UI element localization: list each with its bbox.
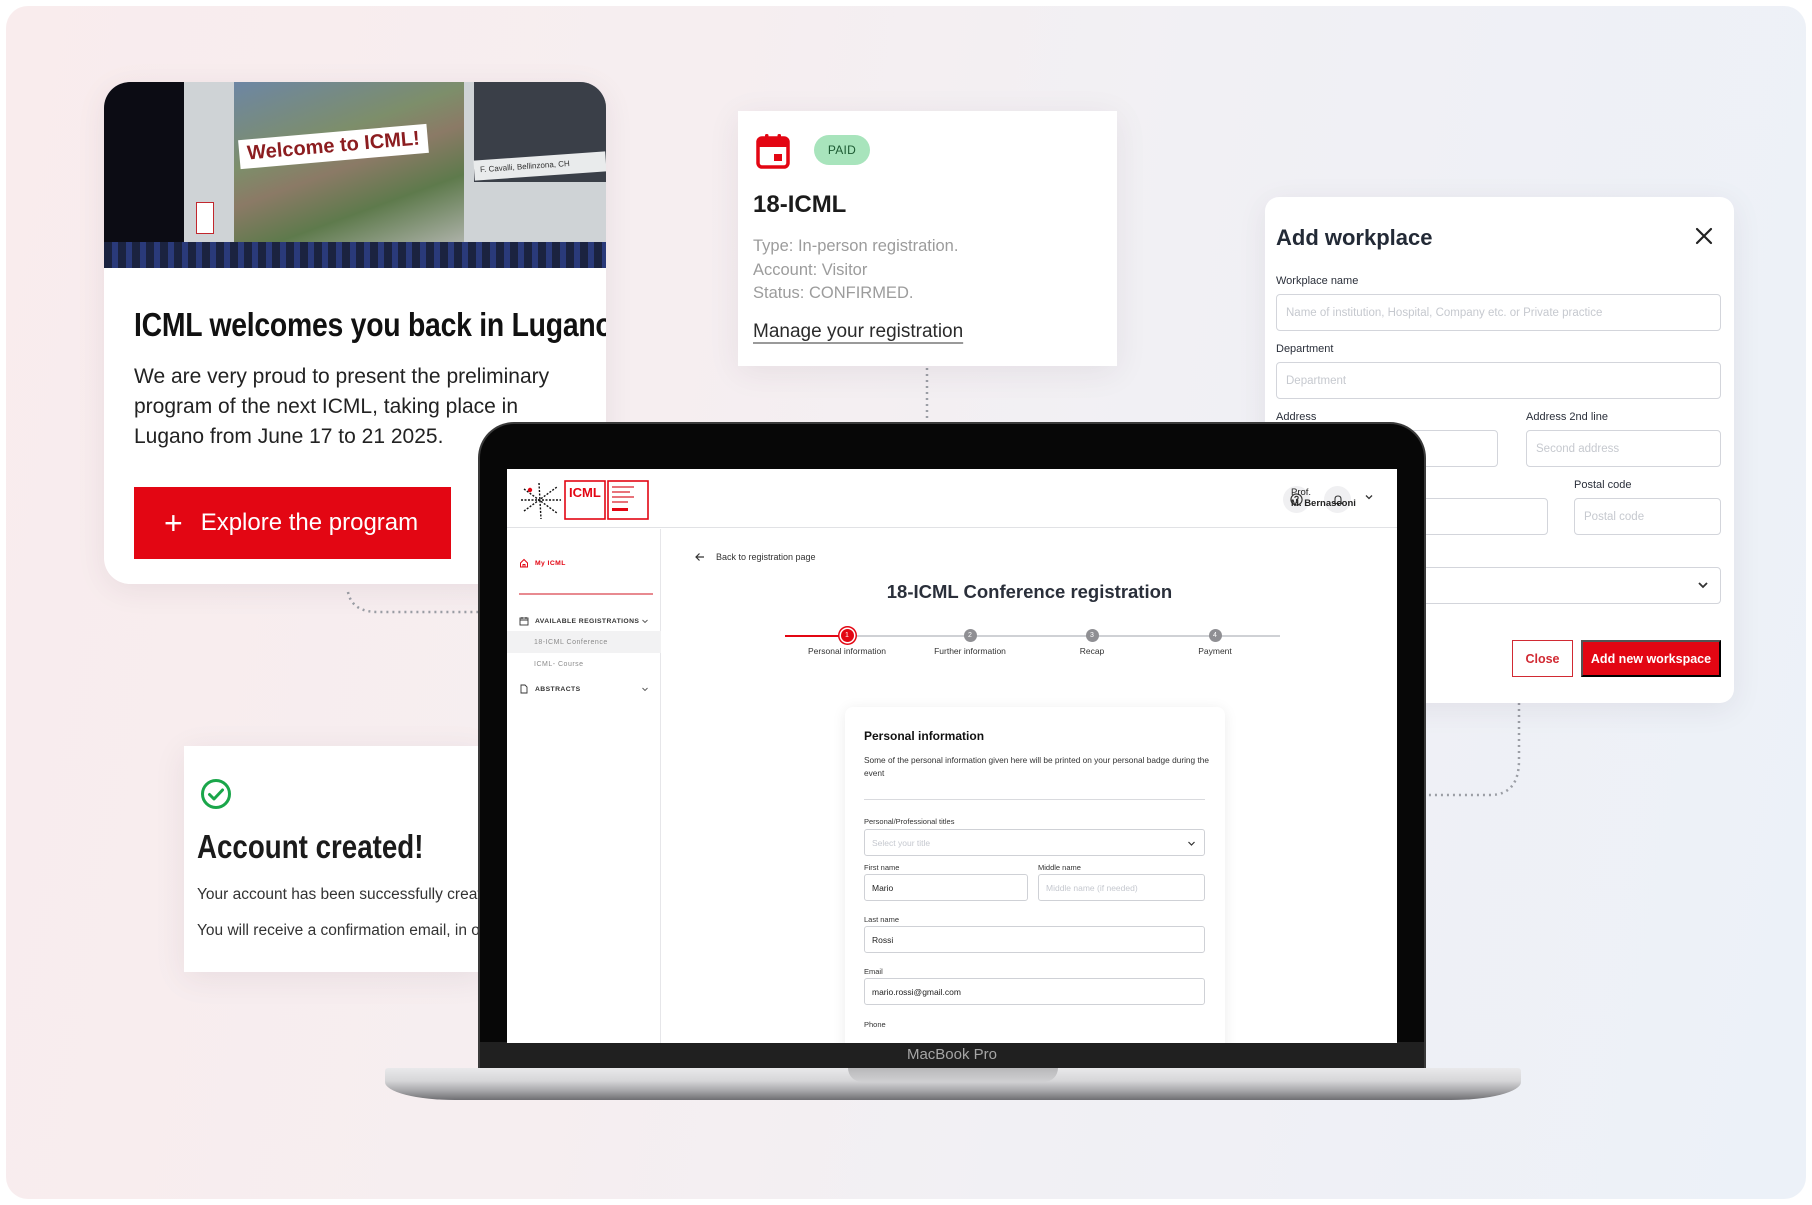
page-title: 18-ICML Conference registration [886,581,1173,602]
manage-registration-link[interactable]: Manage your registration [753,321,963,343]
form-divider [864,799,1205,800]
check-circle-icon [201,779,231,809]
laptop-bezel: MacBook Pro [480,1042,1424,1070]
form-title: Personal information [864,729,985,743]
registration-account: Account: Visitor [753,260,868,279]
personal-information-form: Personal information Some of the persona… [845,707,1225,1043]
account-created-line1: Your account has been successfully creat… [197,886,484,903]
dialog-title: Add workplace [1276,225,1433,250]
sidebar-item-abstracts[interactable]: ABSTRACTS [507,679,661,699]
plus-icon: + [164,505,183,541]
last-name-input[interactable]: Rossi [864,926,1205,953]
chevron-down-icon [642,687,648,692]
back-label: Back to registration page [716,552,816,562]
step-further-information[interactable]: 2 Further information [910,629,1030,656]
phone-label: Phone [864,1020,886,1029]
middle-name-label: Middle name [1038,863,1081,872]
chevron-down-icon [642,619,648,624]
registration-meta: Type: In-person registration. Account: V… [753,235,958,306]
sidebar-item-label: ABSTRACTS [535,685,581,693]
step-label: Personal information [808,646,886,656]
registration-type: Type: In-person registration. [753,237,959,255]
welcome-heading: ICML welcomes you back in Lugano [134,306,606,343]
postal-code-label: Postal code [1574,479,1632,491]
middle-name-input[interactable]: Middle name (if needed) [1038,874,1205,901]
first-name-input[interactable]: Mario [864,874,1028,901]
photo-stage-logo [196,202,214,234]
conference-photo: Welcome to ICML! F. Cavalli, Bellinzona,… [104,82,606,268]
titles-label: Personal/Professional titles [864,817,955,826]
close-button[interactable]: Close [1512,640,1573,677]
address2-label: Address 2nd line [1526,411,1608,423]
sidebar: My ICML AVAILABLE REGISTRATIONS 18-ICML … [507,529,661,1043]
sidebar-item-available-registrations[interactable]: AVAILABLE REGISTRATIONS [507,611,661,631]
registration-status: Status: CONFIRMED. [753,284,914,302]
step-payment[interactable]: 4 Payment [1155,629,1275,656]
department-label: Department [1276,343,1334,355]
account-created-line2: You will receive a confirmation email, i… [197,922,484,939]
document-icon [520,684,528,694]
workplace-name-input[interactable]: Name of institution, Hospital, Company e… [1276,294,1721,331]
step-number: 1 [840,629,854,642]
step-personal-information[interactable]: 1 Personal information [787,629,907,656]
address2-input[interactable]: Second address [1526,430,1721,467]
form-description: Some of the personal information given h… [864,755,1209,778]
back-to-registration-link[interactable]: Back to registration page [694,551,816,563]
sidebar-item-my-icml[interactable]: My ICML [507,553,661,573]
add-workspace-button[interactable]: Add new workspace [1581,640,1721,677]
step-label: Further information [934,646,1006,656]
calendar-icon [756,134,790,169]
sidebar-item-label: My ICML [535,559,566,567]
titles-select[interactable]: Select your title [864,829,1205,856]
chevron-down-icon [1188,841,1195,846]
chevron-down-icon[interactable] [1364,492,1374,502]
laptop-notch [848,1068,1058,1082]
postal-code-input[interactable]: Postal code [1574,498,1721,535]
user-title: Prof. [1291,487,1312,498]
explore-program-button[interactable]: + Explore the program [134,487,451,559]
paid-badge: PAID [814,135,870,165]
sidebar-subitem-18-icml-conference[interactable]: 18-ICML Conference [507,631,661,653]
laptop-screen: ICML Prof. M. Bernasconi My ICML AVAILAB… [507,469,1397,1043]
department-input[interactable]: Department [1276,362,1721,399]
step-number: 3 [1085,629,1099,642]
workplace-name-label: Workplace name [1276,275,1359,287]
photo-slide-title: Welcome to ICML! [238,123,429,170]
chevron-down-icon [1698,582,1708,589]
step-number: 4 [1208,629,1222,642]
registration-stepper: 1 Personal information 2 Further informa… [785,625,1280,665]
first-name-label: First name [864,863,900,872]
step-label: Recap [1079,646,1105,656]
step-label: Payment [1198,646,1232,656]
laptop-model-label: MacBook Pro [906,1046,998,1063]
calendar-icon [519,617,529,626]
app-header: ICML Prof. M. Bernasconi [507,469,1397,528]
registration-title: 18-ICML [753,191,847,218]
sidebar-subitem-icml-course[interactable]: ICML- Course [507,653,661,675]
main-content: Back to registration page 18-ICML Confer… [662,529,1397,1043]
step-number: 2 [963,629,977,642]
icml-logo[interactable]: ICML [519,479,649,521]
sidebar-divider [519,593,653,595]
registration-card: PAID 18-ICML Type: In-person registratio… [738,111,1117,366]
user-name: M. Bernasconi [1291,498,1356,509]
close-icon[interactable] [1693,225,1715,247]
email-label: Email [864,967,883,976]
photo-curtain [104,242,606,268]
last-name-label: Last name [864,915,900,924]
explore-program-label: Explore the program [200,509,419,536]
step-recap[interactable]: 3 Recap [1032,629,1152,656]
account-created-title: Account created! [197,828,424,865]
account-created-card: Account created! Your account has been s… [184,746,484,972]
email-input[interactable]: mario.rossi@gmail.com [864,978,1205,1005]
photo-slide: Welcome to ICML! [234,82,464,250]
home-icon [520,558,528,568]
user-menu[interactable]: Prof. M. Bernasconi [1291,487,1356,509]
arrow-left-icon [695,553,704,561]
titles-placeholder: Select your title [872,837,931,848]
sidebar-item-label: AVAILABLE REGISTRATIONS [535,617,640,625]
logo-text: ICML [569,485,601,500]
